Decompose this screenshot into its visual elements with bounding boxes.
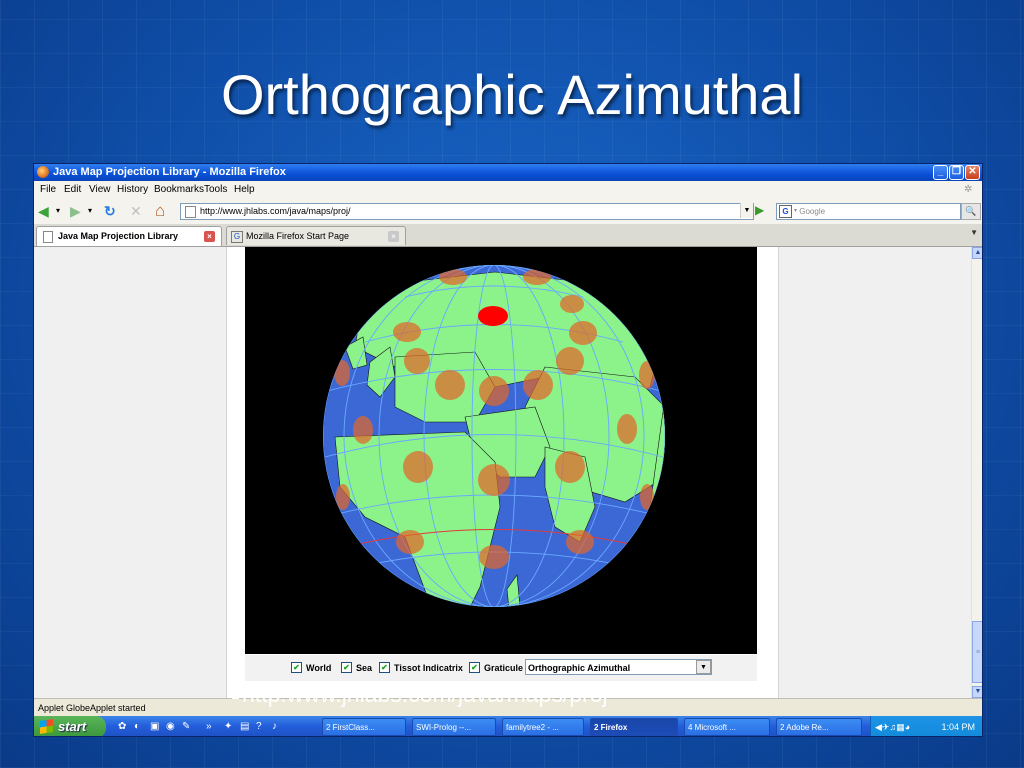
tab-list-icon[interactable]: ▼ [970,228,978,237]
page-icon [43,231,53,243]
tissot-indicatrix-checkbox[interactable]: ✔ Tissot Indicatrix [379,662,463,673]
windows-logo-icon [40,719,53,734]
search-icon[interactable]: 🔍 [961,203,981,220]
taskbar: start ✿ ◐ ▣ ◉ ✎ » ✦ ▤ ? ♪ 2 FirstClass..… [34,716,982,736]
close-button[interactable]: ✕ [965,165,980,180]
scroll-down-icon[interactable]: ▼ [972,686,982,698]
minimize-button[interactable]: _ [933,165,948,180]
checkbox-label: World [306,662,332,673]
status-text: Applet GlobeApplet started [38,703,146,713]
title-bar[interactable]: Java Map Projection Library - Mozilla Fi… [34,164,982,181]
orthographic-globe [323,265,665,607]
quick-launch-icon[interactable]: ✦ [224,719,232,735]
slide-link[interactable]: http:www.jhlabs.com/java/maps/proj [232,681,752,707]
quick-launch-icon[interactable]: ♪ [272,719,277,735]
quick-launch-icon[interactable]: ? [256,719,262,735]
taskbar-item[interactable]: 2 FirstClass... [322,718,406,736]
home-icon[interactable]: ⌂ [155,198,165,224]
menu-tools[interactable]: Tools [204,181,227,198]
menu-history[interactable]: History [117,181,148,198]
firefox-icon [37,166,49,178]
go-icon[interactable]: ▶ [755,203,764,218]
reload-icon[interactable]: ↻ [104,198,116,224]
google-icon[interactable]: G [779,205,792,218]
right-margin [778,247,971,698]
checkbox-mark: ✔ [379,662,390,673]
close-tab-icon[interactable]: × [388,231,399,242]
taskbar-item[interactable]: 2 Adobe Re... [776,718,862,736]
window-title: Java Map Projection Library - Mozilla Fi… [53,166,286,178]
quick-launch-icon[interactable]: ◐ [134,719,140,735]
applet-controls: ✔ World ✔ Sea ✔ Tissot Indicatrix ✔ Grat… [245,655,757,681]
tab-label: Java Map Projection Library [58,231,179,241]
checkbox-label: Graticule [484,662,524,673]
checkbox-label: Tissot Indicatrix [394,662,463,673]
back-icon[interactable]: ◀ [38,198,49,224]
quick-launch-icon[interactable]: ✿ [118,719,126,735]
close-tab-icon[interactable]: × [204,231,215,242]
page-icon [185,206,196,218]
tab-firefox-start-page[interactable]: G Mozilla Firefox Start Page × [226,226,406,245]
quick-launch-icon[interactable]: ▣ [150,719,159,735]
menu-help[interactable]: Help [234,181,255,198]
globe-applet[interactable] [245,247,757,654]
bullet-icon [232,692,239,700]
slide-title: Orthographic Azimuthal [220,63,804,126]
taskbar-item[interactable]: familytree2 - ... [502,718,584,736]
taskbar-item[interactable]: SWI-Prolog --... [412,718,496,736]
start-button[interactable]: start [34,716,106,736]
projection-select[interactable]: Orthographic Azimuthal [525,659,712,675]
tab-java-map-projection-library[interactable]: Java Map Projection Library × [36,226,222,246]
url-text: http://www.jhlabs.com/java/maps/proj/ [200,206,351,216]
firefox-window: Java Map Projection Library - Mozilla Fi… [33,163,983,737]
quick-launch-icon[interactable]: ▤ [240,719,249,735]
quick-launch-icon[interactable]: ✎ [182,719,190,735]
throbber-icon: ✲ [964,184,973,195]
system-tray: ◀✈♫▦◕ 1:04 PM [870,716,982,736]
google-icon: G [231,231,243,243]
checkbox-mark: ✔ [291,662,302,673]
forward-icon[interactable]: ▶ [70,198,81,224]
checkbox-mark: ✔ [341,662,352,673]
quick-launch-icon[interactable]: ◉ [166,719,175,735]
scroll-up-icon[interactable]: ▲ [972,247,982,259]
search-placeholder: Google [799,207,826,216]
tab-label: Mozilla Firefox Start Page [246,231,350,241]
menu-bookmarks[interactable]: Bookmarks [154,181,204,198]
stop-icon[interactable]: ✕ [130,198,142,224]
checkbox-label: Sea [356,662,373,673]
taskbar-item-active[interactable]: 2 Firefox [590,718,678,736]
menu-bar: File Edit View History Bookmarks Tools H… [34,181,982,198]
tab-bar: Java Map Projection Library × G Mozilla F… [34,224,982,247]
url-bar[interactable]: http://www.jhlabs.com/java/maps/proj/ [180,203,754,220]
page-content: ✔ World ✔ Sea ✔ Tissot Indicatrix ✔ Grat… [34,247,971,698]
taskbar-item[interactable]: 4 Microsoft ... [684,718,770,736]
tray-icons[interactable]: ◀✈♫▦◕ [875,719,910,735]
menu-file[interactable]: File [40,181,56,198]
menu-edit[interactable]: Edit [64,181,81,198]
maximize-button[interactable]: ❐ [949,165,964,180]
search-input[interactable]: G ▾ Google [776,203,961,220]
world-checkbox[interactable]: ✔ World [291,662,331,673]
navigation-toolbar: ◀ ▾ ▶ ▾ ↻ ✕ ⌂ http://www.jhlabs.com/java… [34,198,982,225]
graticule-checkbox[interactable]: ✔ Graticule [469,662,523,673]
chevron-down-icon[interactable]: ▼ [696,660,711,674]
url-dropdown-icon[interactable]: ▼ [740,203,753,218]
quick-launch-icon[interactable]: » [206,719,212,735]
scroll-thumb[interactable]: ≡ [972,621,982,683]
sea-checkbox[interactable]: ✔ Sea [341,662,372,673]
left-margin [34,247,227,698]
checkbox-mark: ✔ [469,662,480,673]
slide-link-text[interactable]: http:www.jhlabs.com/java/maps/proj [242,681,608,707]
clock: 1:04 PM [941,722,975,732]
vertical-scrollbar[interactable]: ▲ ≡ ▼ [971,247,982,698]
menu-view[interactable]: View [89,181,111,198]
